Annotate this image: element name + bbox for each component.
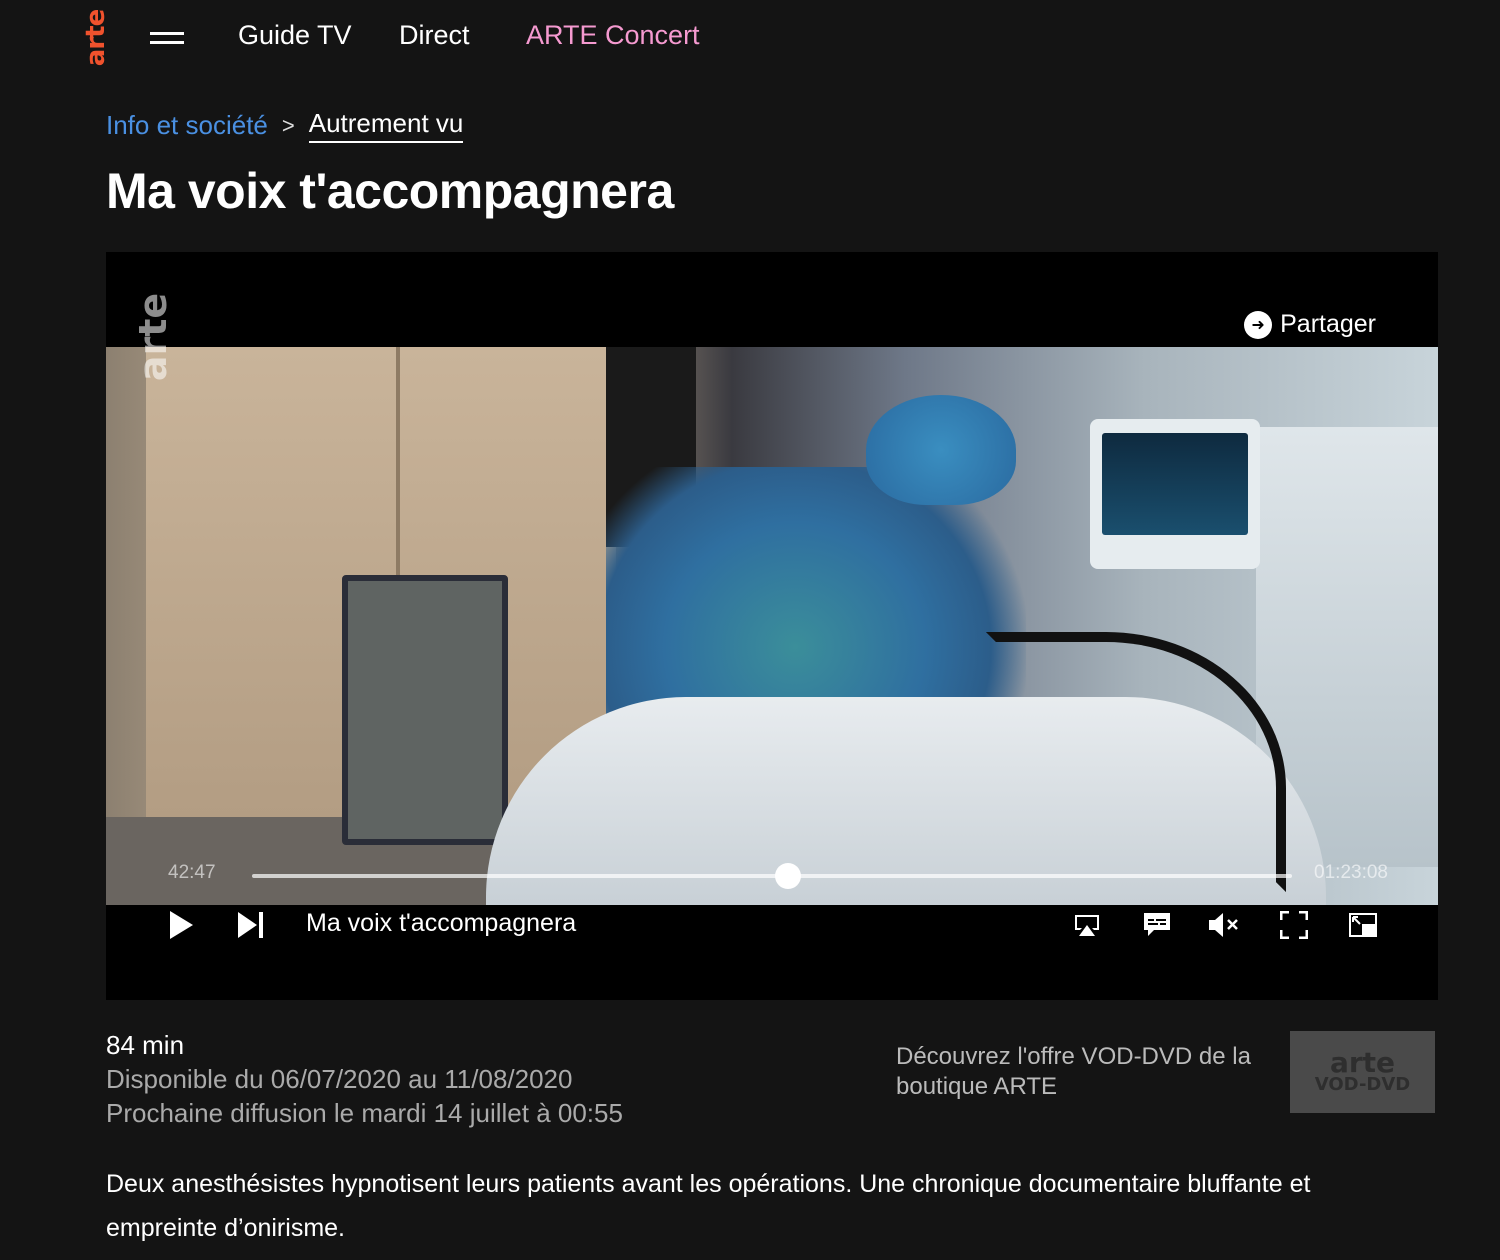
next-icon[interactable]: [236, 907, 266, 943]
current-time: 42:47: [168, 862, 216, 883]
vod-dvd-logo[interactable]: arte VOD-DVD: [1290, 1031, 1435, 1113]
program-description: Deux anesthésistes hypnotisent leurs pat…: [106, 1170, 1311, 1242]
nav-direct[interactable]: Direct: [399, 20, 470, 51]
pip-icon[interactable]: [1348, 911, 1378, 939]
breadcrumb: Info et société > Autrement vu: [106, 108, 464, 143]
share-button[interactable]: ➜ Partager: [1244, 310, 1376, 339]
progress-knob[interactable]: [774, 863, 801, 889]
vod-logo-arte: arte: [1329, 1046, 1396, 1079]
total-time: 01:23:08: [1314, 862, 1388, 883]
breadcrumb-subcategory[interactable]: Autrement vu: [308, 108, 464, 143]
arte-logo[interactable]: arte: [81, 6, 111, 70]
chevron-right-icon: >: [281, 112, 295, 138]
player-controls: Ma voix t'accompagnera: [106, 905, 1438, 1000]
video-player[interactable]: arte ➜ Partager 42:47 01:23:08 Ma voix t…: [106, 252, 1438, 1000]
subtitles-icon[interactable]: [1142, 911, 1172, 939]
availability: Disponible du 06/07/2020 au 11/08/2020: [106, 1064, 573, 1094]
video-frame[interactable]: [106, 347, 1438, 905]
next-broadcast: Prochaine diffusion le mardi 14 juillet …: [106, 1098, 623, 1128]
airplay-icon[interactable]: [1072, 911, 1102, 939]
fullscreen-icon[interactable]: [1280, 911, 1308, 939]
play-icon[interactable]: [166, 907, 196, 943]
arte-watermark: arte: [131, 292, 175, 382]
progress-bar[interactable]: [252, 863, 1292, 889]
mute-icon[interactable]: [1208, 911, 1240, 939]
share-label: Partager: [1280, 310, 1376, 338]
breadcrumb-category[interactable]: Info et société: [106, 110, 268, 141]
menu-icon[interactable]: [150, 32, 184, 46]
share-icon: ➜: [1244, 310, 1273, 339]
vod-logo-label: VOD-DVD: [1314, 1074, 1411, 1095]
nav-guide-tv[interactable]: Guide TV: [238, 20, 352, 51]
page-title: Ma voix t'accompagnera: [106, 163, 674, 219]
duration: 84 min: [106, 1030, 185, 1060]
player-title: Ma voix t'accompagnera: [306, 909, 577, 937]
nav-arte-concert[interactable]: ARTE Concert: [526, 20, 700, 51]
vod-promo-text[interactable]: Découvrez l'offre VOD-DVD de la boutique…: [896, 1042, 1266, 1102]
